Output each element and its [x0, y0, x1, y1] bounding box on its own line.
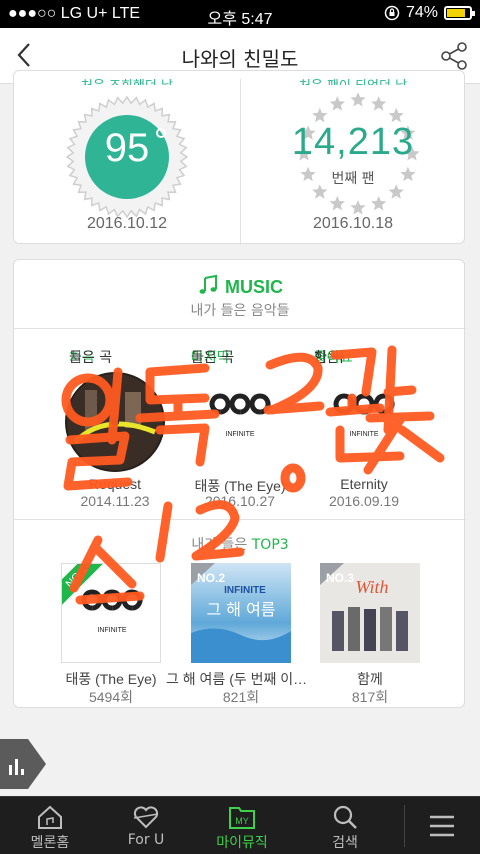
- battery-percent: 74%: [405, 4, 438, 21]
- share-icon[interactable]: [438, 40, 470, 72]
- fan-number: 14,213: [291, 121, 415, 163]
- top3-title[interactable]: 태풍 (The Eye): [36, 669, 186, 689]
- star-icon: [350, 200, 366, 215]
- first-visit-label: 처음 조회했던 날: [14, 75, 240, 85]
- rotation-lock-icon: [384, 5, 400, 21]
- infinite-logo-icon: INFINITE: [209, 393, 271, 438]
- star-icon: [329, 96, 345, 111]
- music-section-title: MUSIC: [14, 274, 466, 298]
- page-title: 나와의 친밀도: [181, 47, 299, 71]
- intimacy-value: 95: [104, 126, 150, 170]
- battery-icon: [444, 6, 475, 20]
- infinite-logo-icon: INFINITE: [333, 393, 395, 438]
- music-title-text: MUSIC: [225, 277, 283, 297]
- album-art-the-eye[interactable]: INFINITE: [190, 372, 290, 472]
- top3-heading: 내가 들은 TOP3: [191, 537, 289, 553]
- divider: [14, 328, 466, 329]
- tab-label: 마이뮤직: [216, 835, 268, 851]
- intimacy-stats-card: 처음 조회했던 날 처음 팬이 되었던 날 95 2016.10.12 14,2…: [13, 70, 466, 245]
- search-icon: [333, 805, 357, 829]
- first-fan-label: 처음 팬이 되었던 날: [240, 75, 466, 85]
- home-icon: [38, 805, 62, 829]
- intimacy-badge: 95: [65, 95, 189, 219]
- star-icon: [371, 195, 387, 211]
- tab-label: 멜론홈: [30, 835, 70, 851]
- svg-text:INFINITE: INFINITE: [225, 431, 254, 438]
- svg-text:INFINITE: INFINITE: [224, 585, 266, 596]
- tab-label: 검색: [332, 835, 358, 851]
- svg-text:그 해 여름: 그 해 여름: [206, 600, 275, 619]
- fan-date: 2016.10.18: [312, 215, 394, 232]
- status-bar: ●●●○○ LG U+ LTE 오후 5:47 74%: [0, 0, 480, 28]
- heart-icon: [133, 806, 159, 829]
- my-music-icon: MY: [229, 807, 255, 829]
- tab-menu[interactable]: [404, 797, 480, 854]
- music-card: MUSIC 내가 들은 음악들 처음 들은 곡 마지막 들은 곡 처음 좋아요 한…: [13, 259, 466, 708]
- menu-icon: [430, 815, 454, 837]
- rank-badge: NO.3: [326, 571, 355, 585]
- svg-text:INFINITE: INFINITE: [349, 431, 378, 438]
- fan-number-label: 번째 팬: [331, 171, 375, 187]
- svg-text:INFINITE: INFINITE: [97, 627, 126, 634]
- star-icon: [350, 93, 366, 107]
- star-icon: [371, 96, 387, 111]
- star-icon: [329, 195, 345, 211]
- status-right: 74%: [384, 4, 475, 22]
- song-title[interactable]: Eternity: [289, 476, 439, 492]
- song-category-labels: 처음 들은 곡 마지막 들은 곡 처음 좋아요 한 곡: [69, 350, 353, 366]
- intimacy-date: 2016.10.12: [86, 215, 168, 232]
- album-cover-graphic: [67, 374, 163, 470]
- bar-chart-icon: [9, 765, 12, 775]
- bottom-tab-bar: 멜론홈 For U MY 마이뮤직 검색: [0, 796, 480, 854]
- music-subtitle: 내가 들은 음악들: [190, 303, 290, 319]
- top3-count: 5494회: [88, 689, 134, 705]
- tab-search[interactable]: 검색: [290, 797, 400, 854]
- top3-title[interactable]: 그 해 여름 (두 번째 이야기): [166, 669, 316, 689]
- degree-mark: [156, 128, 166, 138]
- top3-title[interactable]: 함께: [295, 669, 445, 689]
- divider: [14, 519, 466, 520]
- top3-album-2[interactable]: INFINITE 그 해 여름 NO.2: [191, 563, 291, 663]
- top3-count: 817회: [351, 689, 389, 705]
- svg-text:With: With: [355, 577, 388, 597]
- top3-album-3[interactable]: With NO.3: [320, 563, 420, 663]
- tab-for-u[interactable]: For U: [98, 797, 194, 854]
- side-chart-tab[interactable]: [0, 739, 48, 789]
- music-note-icon: [199, 274, 217, 294]
- rank-badge: NO.2: [197, 571, 226, 585]
- top3-count: 821회: [222, 689, 260, 705]
- tab-melon-home[interactable]: 멜론홈: [2, 797, 98, 854]
- song-date: 2016.09.19: [328, 493, 400, 509]
- album-art-eternity[interactable]: INFINITE: [314, 372, 414, 472]
- top3-album-1[interactable]: INFINITE NO.1: [61, 563, 161, 663]
- tab-label: For U: [127, 832, 165, 848]
- album-art-request[interactable]: [65, 372, 165, 472]
- svg-text:MY: MY: [235, 816, 249, 826]
- tab-my-music[interactable]: MY 마이뮤직: [194, 797, 290, 854]
